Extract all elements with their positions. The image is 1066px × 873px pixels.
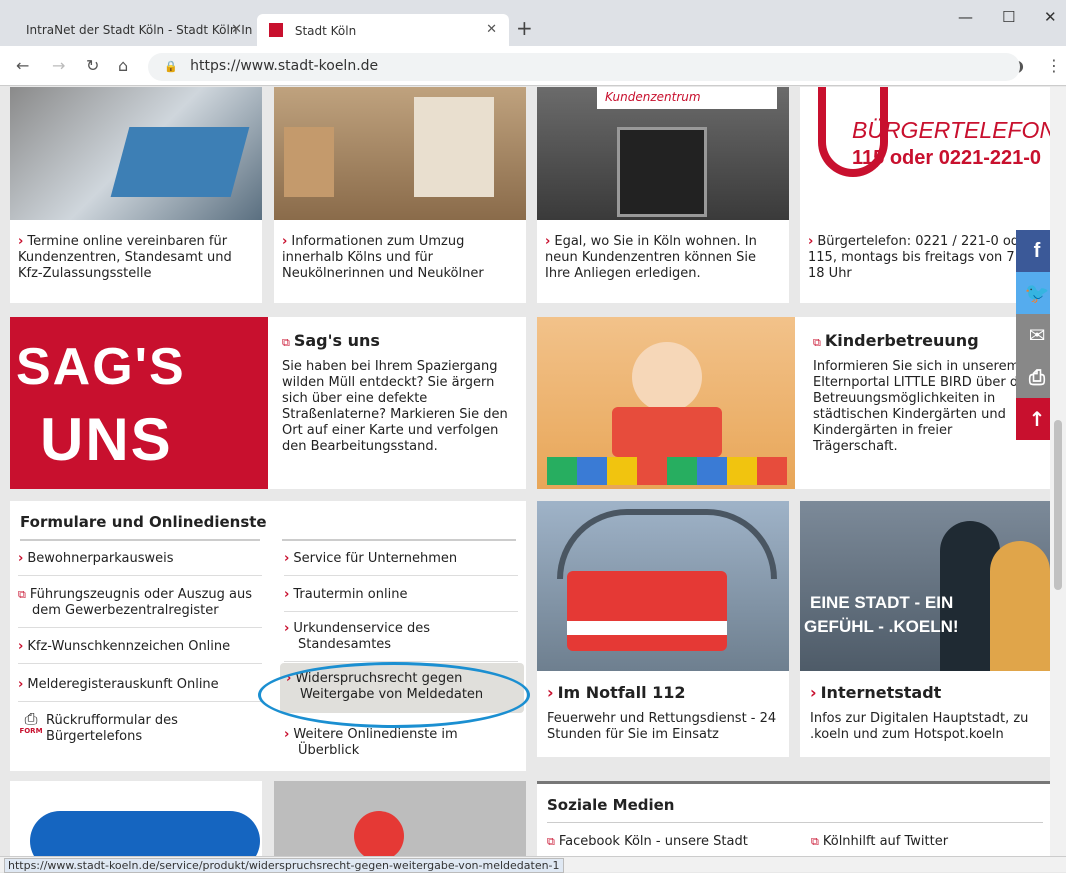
card-title[interactable]: Kinderbetreuung — [825, 331, 979, 350]
minimize-icon[interactable]: — — [958, 8, 973, 26]
link-bewohnerparkausweis[interactable]: › Bewohnerparkausweis — [18, 551, 262, 576]
card-text: Feuerwehr und Rettungsdienst - 24 Stunde… — [547, 711, 777, 742]
kundenzentrum-image: Kundenzentrum — [537, 87, 789, 220]
link-koelnhilft-twitter[interactable]: ⧉ Kölnhilft auf Twitter — [811, 834, 948, 850]
status-bar: https://www.stadt-koeln.de/service/produ… — [0, 856, 1066, 873]
sags-uns-line2: UNS — [40, 406, 173, 473]
internetstadt-line1: EINE STADT - EIN — [810, 593, 954, 612]
link-facebook-koeln[interactable]: ⧉ Facebook Köln - unsere Stadt — [547, 834, 748, 850]
link-weitere-onlinedienste[interactable]: › Weitere Onlinedienste im Überblick — [284, 727, 518, 767]
card-text: Termine online vereinbaren für Kundenzen… — [18, 234, 232, 281]
menu-icon[interactable]: ⋮ — [1046, 56, 1062, 75]
tab-bar: IntraNet der Stadt Köln - Stadt Köln In … — [0, 0, 1066, 46]
close-tab-icon[interactable]: ✕ — [486, 22, 497, 37]
external-link-icon: ⧉ — [282, 336, 290, 349]
new-tab-button[interactable]: + — [516, 16, 533, 40]
home-icon[interactable]: ⌂ — [118, 56, 128, 75]
card-text: Informieren Sie sich in unserem Elternpo… — [813, 359, 1030, 454]
child-lego-image — [537, 317, 795, 489]
link-urkundenservice[interactable]: › Urkundenservice des Standesamtes — [284, 621, 518, 662]
tab-intranet[interactable]: IntraNet der Stadt Köln - Stadt Köln In … — [14, 14, 254, 46]
form-icon: ⎙ FORM — [19, 709, 43, 736]
buergertelefon-title: BÜRGERTELEFON — [852, 117, 1050, 143]
sign-language-image — [30, 811, 260, 857]
sags-uns-image: SAG'S UNS — [10, 317, 268, 489]
link-melderegisterauskunft[interactable]: › Melderegisterauskunft Online — [18, 677, 262, 702]
moving-couple-image — [274, 87, 526, 220]
page-content: › Termine online vereinbaren für Kundenze… — [0, 87, 1050, 857]
scrollbar-thumb[interactable] — [1054, 420, 1062, 590]
link-trautermin[interactable]: › Trautermin online — [284, 587, 518, 612]
link-fuehrungszeugnis[interactable]: ⧉ Führungszeugnis oder Auszug aus dem Gew… — [18, 587, 262, 628]
buergertelefon-image: BÜRGERTELEFON 115 oder 0221-221-0 — [800, 87, 1050, 220]
external-link-icon: ⧉ — [813, 336, 821, 349]
card-text: Informationen zum Umzug innerhalb Kölns … — [282, 234, 484, 281]
ambulance-image — [537, 501, 789, 671]
link-kfz-wunschkennzeichen[interactable]: › Kfz-Wunschkennzeichen Online — [18, 639, 262, 664]
address-bar[interactable]: 🔒 https://www.stadt-koeln.de — [148, 53, 1020, 81]
sags-uns-line1: SAG'S — [16, 338, 186, 396]
card-title: Internetstadt — [820, 683, 942, 702]
card-title[interactable]: Sag's uns — [294, 331, 380, 350]
back-icon[interactable]: ← — [16, 56, 29, 75]
url-text: https://www.stadt-koeln.de — [190, 58, 379, 74]
formulare-heading: Formulare und Onlinedienste — [20, 513, 267, 531]
internetstadt-image: EINE STADT - EIN GEFÜHL - .KOELN! — [800, 501, 1050, 671]
card-dgs[interactable] — [10, 781, 262, 857]
card-text: Sie haben bei Ihrem Spaziergang wilden M… — [282, 359, 508, 454]
status-url: https://www.stadt-koeln.de/service/produ… — [4, 858, 564, 873]
card-text: Infos zur Digitalen Hauptstadt, zu .koel… — [810, 711, 1029, 742]
link-service-unternehmen[interactable]: › Service für Unternehmen — [284, 551, 518, 576]
soziale-medien-panel: Soziale Medien ⧉ Facebook Köln - unsere S… — [537, 781, 1050, 857]
card-buergertelefon[interactable]: BÜRGERTELEFON 115 oder 0221-221-0 › Bürge… — [800, 87, 1050, 303]
internetstadt-line2: GEFÜHL - .KOELN! — [804, 617, 959, 636]
card-kundenzentren[interactable]: Kundenzentrum › Egal, wo Sie in Köln wohn… — [537, 87, 789, 303]
card-termine[interactable]: › Termine online vereinbaren für Kundenze… — [10, 87, 262, 303]
favicon-icon — [269, 23, 283, 37]
tab-stadt-koeln[interactable]: Stadt Köln ✕ — [257, 14, 509, 46]
card-keyboard[interactable] — [274, 781, 526, 857]
reload-icon[interactable]: ↻ — [86, 56, 99, 75]
highlight-ellipse — [258, 662, 530, 728]
link-rueckrufformular[interactable]: Rückrufformular des Bürgertelefons — [46, 713, 262, 753]
buergertelefon-number: 115 oder 0221-221-0 — [852, 147, 1042, 169]
maximize-icon[interactable]: ☐ — [1002, 8, 1015, 26]
tab-title: Stadt Köln — [294, 24, 357, 38]
forward-icon[interactable]: → — [52, 56, 65, 75]
card-kinderbetreuung[interactable]: ⧉ Kinderbetreuung Informieren Sie sich in… — [537, 317, 1050, 489]
close-window-icon[interactable]: ✕ — [1044, 8, 1057, 26]
tab-title: IntraNet der Stadt Köln - Stadt Köln In — [26, 23, 253, 37]
card-sags-uns[interactable]: SAG'S UNS ⧉ Sag's uns Sie haben bei Ihrem… — [10, 317, 526, 489]
lock-icon: 🔒 — [164, 60, 178, 73]
laptop-cat-image — [10, 87, 262, 220]
card-text: Bürgertelefon: 0221 / 221-0 oder 115, mo… — [808, 234, 1038, 281]
card-text: Egal, wo Sie in Köln wohnen. In neun Kun… — [545, 234, 757, 281]
card-internetstadt[interactable]: EINE STADT - EIN GEFÜHL - .KOELN! › Inter… — [800, 501, 1050, 757]
card-notfall[interactable]: › Im Notfall 112 Feuerwehr und Rettungsdi… — [537, 501, 789, 757]
keyboard-image — [354, 811, 404, 857]
card-title: Im Notfall 112 — [557, 683, 686, 702]
close-tab-icon[interactable]: ✕ — [231, 22, 242, 37]
card-umzug[interactable]: › Informationen zum Umzug innerhalb Kölns… — [274, 87, 526, 303]
soziale-medien-heading: Soziale Medien — [547, 796, 675, 814]
kundenzentrum-sign: Kundenzentrum — [597, 87, 777, 109]
